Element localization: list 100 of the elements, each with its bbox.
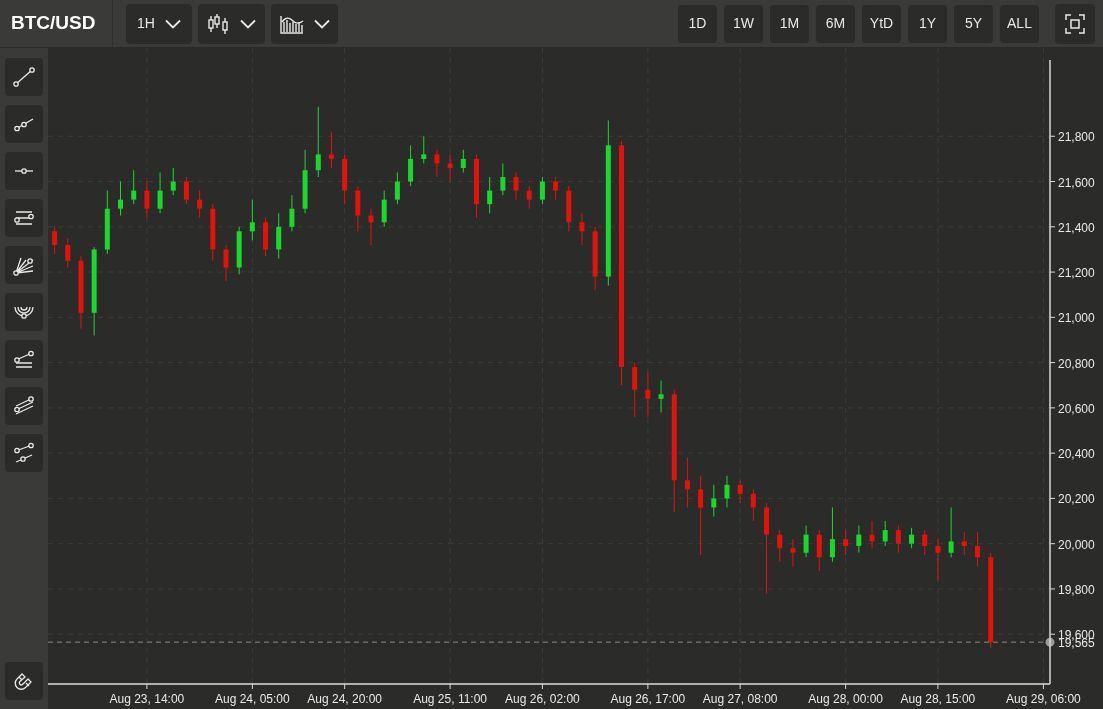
candlestick bbox=[263, 217, 269, 257]
candlestick bbox=[289, 194, 295, 232]
drawing-tool-button[interactable] bbox=[5, 152, 43, 190]
axis-label: Aug 24, 20:00 bbox=[307, 692, 382, 706]
candlestick bbox=[750, 488, 756, 522]
candlestick bbox=[553, 176, 559, 201]
candlestick bbox=[566, 185, 572, 232]
chevron-down-icon bbox=[313, 18, 330, 29]
candlestick bbox=[843, 529, 849, 556]
axis-label: Aug 26, 02:00 bbox=[505, 692, 580, 706]
axis-label: 21,400 bbox=[1058, 220, 1095, 235]
candlestick bbox=[935, 538, 941, 581]
fullscreen-button[interactable] bbox=[1055, 3, 1095, 44]
axis-label: 20,600 bbox=[1058, 401, 1095, 416]
candlestick bbox=[487, 176, 493, 214]
candlestick bbox=[777, 529, 783, 563]
candlestick bbox=[922, 529, 928, 556]
candlestick bbox=[975, 531, 980, 567]
indicators-dropdown[interactable] bbox=[271, 3, 338, 44]
axis-label: 20,800 bbox=[1058, 356, 1095, 371]
symbol-title: BTC/USD bbox=[11, 11, 96, 36]
range-button[interactable]: 5Y bbox=[954, 4, 993, 43]
candlestick bbox=[236, 226, 242, 275]
candlestick bbox=[342, 153, 348, 205]
magnet-button[interactable] bbox=[5, 662, 43, 700]
candlestick bbox=[526, 185, 532, 210]
candlestick bbox=[65, 237, 71, 269]
drawing-tool-button[interactable] bbox=[5, 293, 43, 331]
candlestick bbox=[157, 172, 163, 214]
candlestick bbox=[210, 203, 216, 262]
chevron-down-icon bbox=[164, 18, 181, 29]
axis-label: Aug 24, 05:00 bbox=[215, 692, 290, 706]
drawing-tool-button[interactable] bbox=[5, 246, 43, 284]
axis-label: 20,400 bbox=[1058, 447, 1095, 462]
candlestick bbox=[434, 149, 440, 178]
horizontal-line-icon bbox=[14, 168, 34, 174]
axis-label: 19,800 bbox=[1058, 582, 1095, 597]
range-button[interactable]: 1W bbox=[724, 4, 763, 43]
candlestick bbox=[144, 181, 150, 219]
drawing-tool-button[interactable] bbox=[5, 387, 43, 425]
candlestick bbox=[368, 208, 374, 246]
candlestick bbox=[474, 153, 479, 219]
drawing-tool-button[interactable] bbox=[5, 199, 43, 237]
candlestick bbox=[790, 538, 796, 567]
candlestick bbox=[183, 176, 189, 205]
candlestick bbox=[684, 457, 690, 508]
fullscreen-icon bbox=[1065, 13, 1085, 34]
candlestick bbox=[592, 226, 598, 291]
candlestick-icon bbox=[207, 13, 230, 34]
line-segment-icon bbox=[13, 66, 35, 88]
candlestick bbox=[882, 520, 888, 547]
candlestick bbox=[500, 162, 506, 196]
axis-label: 21,800 bbox=[1058, 130, 1095, 145]
candlestick bbox=[355, 185, 361, 232]
candlestick bbox=[223, 244, 229, 282]
candlestick bbox=[328, 131, 334, 169]
candlestick bbox=[394, 172, 400, 205]
drawing-tool-button[interactable] bbox=[5, 340, 43, 378]
candlestick bbox=[829, 506, 835, 563]
chart-type-dropdown[interactable] bbox=[198, 3, 265, 44]
two-lines-icon bbox=[13, 442, 35, 464]
axis-label: Aug 27, 08:00 bbox=[702, 692, 778, 706]
axis-label: 21,200 bbox=[1058, 266, 1095, 281]
candlestick bbox=[276, 212, 282, 259]
parallel-lines-icon bbox=[13, 395, 35, 417]
candlestick bbox=[421, 135, 427, 164]
candlestick bbox=[170, 167, 176, 196]
range-button[interactable]: 1D bbox=[678, 4, 717, 43]
range-button[interactable]: YtD bbox=[862, 4, 901, 43]
candlestick bbox=[948, 506, 954, 558]
interval-dropdown[interactable]: 1H bbox=[126, 3, 192, 44]
candlestick bbox=[632, 362, 638, 418]
candlestick bbox=[658, 380, 664, 413]
range-button[interactable]: 1Y bbox=[908, 4, 947, 43]
candlestick bbox=[197, 190, 203, 219]
axis-label: Aug 28, 15:00 bbox=[900, 692, 976, 706]
candlestick bbox=[249, 199, 255, 241]
candlestick bbox=[131, 169, 137, 205]
range-button[interactable]: 6M bbox=[816, 4, 855, 43]
candlestick bbox=[869, 520, 875, 549]
candlestick bbox=[961, 531, 967, 556]
candlestick bbox=[118, 181, 123, 216]
candlestick bbox=[460, 149, 466, 173]
candlestick bbox=[302, 149, 308, 214]
candlestick bbox=[579, 212, 585, 246]
candlestick bbox=[895, 525, 901, 554]
axis-label: Aug 25, 11:00 bbox=[413, 692, 488, 706]
candlestick bbox=[645, 371, 651, 418]
bar-chart-icon bbox=[279, 13, 304, 34]
drawing-tool-button[interactable] bbox=[5, 434, 43, 472]
candlestick bbox=[104, 190, 110, 255]
range-button[interactable]: 1M bbox=[770, 4, 809, 43]
candlestick bbox=[711, 484, 717, 517]
drawing-tool-button[interactable] bbox=[5, 58, 43, 96]
drawing-tool-button[interactable] bbox=[5, 105, 43, 143]
candlestick bbox=[315, 106, 321, 178]
range-button[interactable]: ALL bbox=[1000, 4, 1039, 43]
axis-label: 20,000 bbox=[1058, 537, 1095, 552]
axis-label: Aug 29, 06:00 bbox=[1006, 692, 1081, 706]
axis-label: 21,000 bbox=[1058, 311, 1095, 326]
